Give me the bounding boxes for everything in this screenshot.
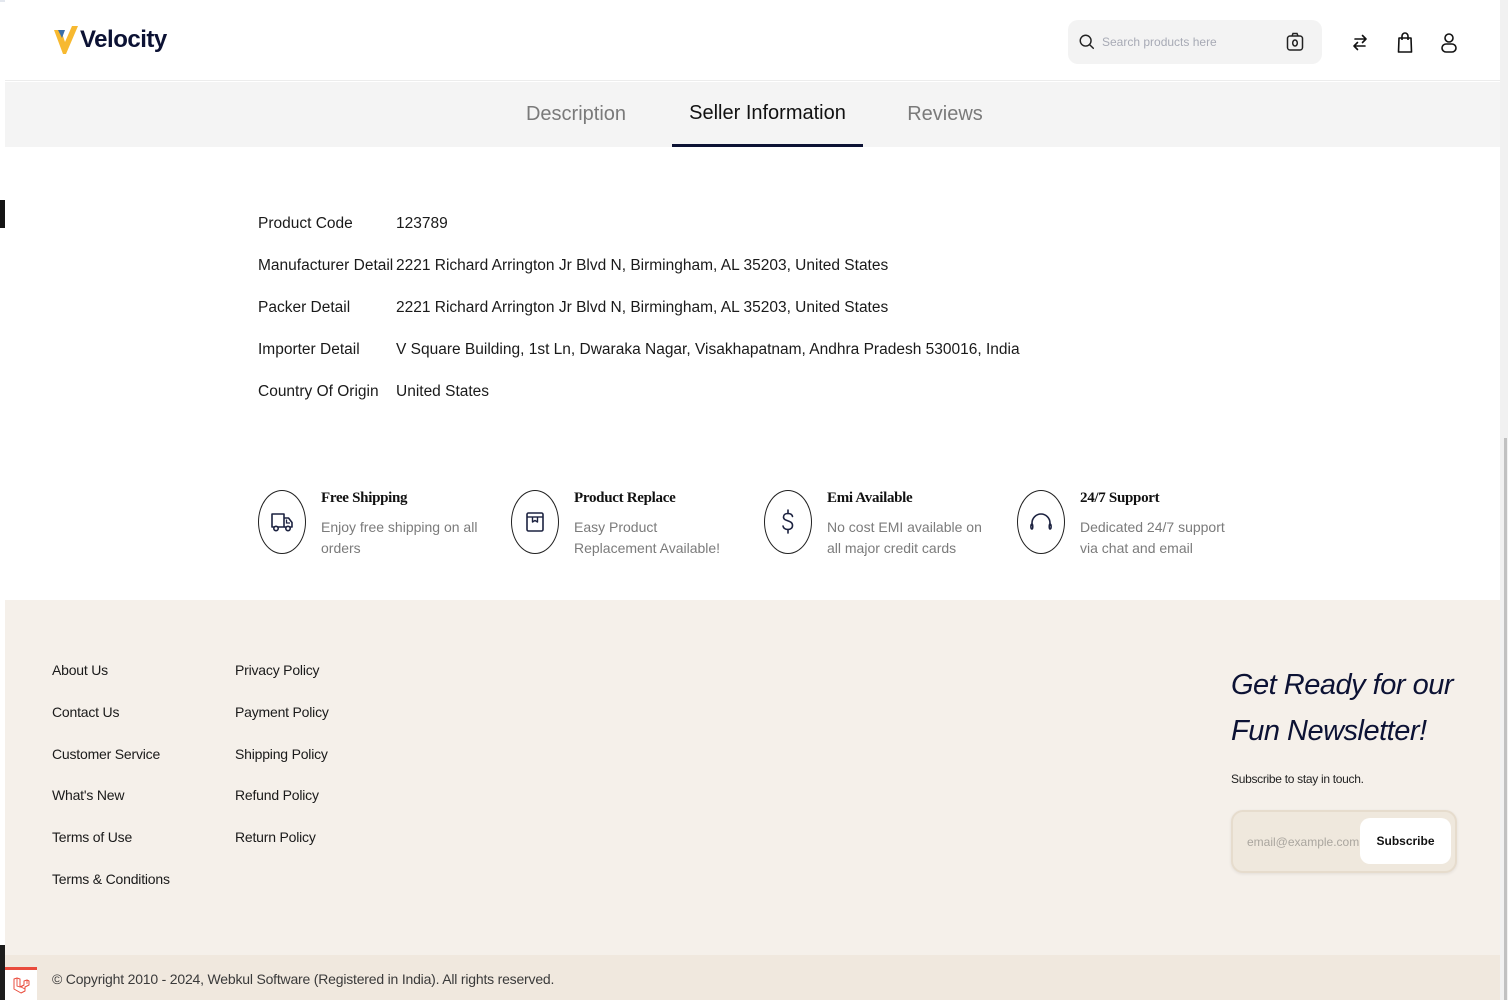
feature-title: Free Shipping	[321, 490, 408, 506]
feature-description: Easy Product Replacement Available!	[574, 519, 721, 556]
search-icon[interactable]	[1078, 33, 1096, 51]
newsletter-title-line-2: Fun Newsletter!	[1231, 715, 1427, 747]
info-label: Manufacturer Detail	[258, 257, 394, 274]
info-row-manufacturer-detail: Manufacturer Detail 2221 Richard Arringt…	[258, 245, 1020, 287]
newsletter-title-line-1: Get Ready for our	[1231, 669, 1454, 701]
footer-links-column-2: Privacy Policy Payment Policy Shipping P…	[235, 662, 329, 871]
feature-icon-circle	[764, 490, 812, 554]
page: Velocity Descript	[5, 0, 1500, 1000]
laravel-icon	[13, 977, 30, 994]
feature-icon-circle	[1017, 490, 1065, 554]
newsletter-title: Get Ready for our Fun Newsletter!	[1231, 662, 1457, 754]
feature-emi-available: Emi Available No cost EMI available on a…	[764, 490, 1017, 559]
feature-description: Dedicated 24/7 support via chat and emai…	[1080, 519, 1225, 556]
search-bar	[1068, 20, 1322, 64]
info-value: V Square Building, 1st Ln, Dwaraka Nagar…	[396, 341, 1020, 358]
tab-reviews[interactable]: Reviews	[891, 82, 999, 147]
dollar-icon	[782, 509, 794, 534]
info-row-product-code: Product Code 123789	[258, 203, 1020, 245]
copyright-bar: © Copyright 2010 - 2024, Webkul Software…	[5, 955, 1500, 1000]
feature-title: Product Replace	[574, 490, 676, 506]
info-label: Country Of Origin	[258, 383, 379, 400]
newsletter-form: Subscribe	[1231, 810, 1457, 873]
info-row-importer-detail: Importer Detail V Square Building, 1st L…	[258, 329, 1020, 371]
feature-title: Emi Available	[827, 490, 913, 506]
info-value: 2221 Richard Arrington Jr Blvd N, Birmin…	[396, 299, 889, 316]
newsletter-email-input[interactable]	[1247, 829, 1359, 855]
footer-link-whats-new[interactable]: What's New	[52, 787, 170, 829]
footer-links-column-1: About Us Contact Us Customer Service Wha…	[52, 662, 170, 913]
seller-information-table: Product Code 123789 Manufacturer Detail …	[258, 203, 1020, 413]
user-icon[interactable]	[1439, 32, 1459, 54]
site-footer: About Us Contact Us Customer Service Wha…	[5, 600, 1500, 955]
feature-title: 24/7 Support	[1080, 490, 1160, 506]
info-row-packer-detail: Packer Detail 2221 Richard Arrington Jr …	[258, 287, 1020, 329]
box-icon	[526, 512, 544, 532]
debug-toolbar-button[interactable]	[5, 967, 37, 1000]
footer-link-return-policy[interactable]: Return Policy	[235, 829, 329, 871]
feature-24-7-support: 24/7 Support Dedicated 24/7 support via …	[1017, 490, 1270, 559]
site-header: Velocity	[5, 2, 1500, 81]
feature-icon-circle	[511, 490, 559, 554]
headphones-icon	[1030, 513, 1052, 530]
info-label: Importer Detail	[258, 341, 360, 358]
service-features: Free Shipping Enjoy free shipping on all…	[258, 490, 1270, 559]
velocity-logo-icon	[54, 26, 78, 54]
feature-product-replace: Product Replace Easy Product Replacement…	[511, 490, 764, 559]
info-label: Product Code	[258, 215, 353, 232]
tab-description[interactable]: Description	[510, 82, 642, 147]
footer-link-contact-us[interactable]: Contact Us	[52, 704, 170, 746]
footer-link-customer-service[interactable]: Customer Service	[52, 746, 170, 788]
footer-link-terms-conditions[interactable]: Terms & Conditions	[52, 871, 170, 913]
newsletter-subtitle: Subscribe to stay in touch.	[1231, 772, 1364, 786]
camera-icon[interactable]	[1286, 32, 1304, 52]
info-value: 123789	[396, 215, 448, 232]
product-tabs: Description Seller Information Reviews	[5, 82, 1500, 147]
feature-description: Enjoy free shipping on all orders	[321, 519, 478, 556]
truck-icon	[271, 513, 293, 532]
tab-seller-information[interactable]: Seller Information	[672, 82, 863, 147]
footer-link-refund-policy[interactable]: Refund Policy	[235, 787, 329, 829]
footer-link-terms-of-use[interactable]: Terms of Use	[52, 829, 170, 871]
copyright-text: © Copyright 2010 - 2024, Webkul Software…	[52, 971, 555, 987]
brand-logo[interactable]: Velocity	[52, 24, 167, 56]
info-row-country-of-origin: Country Of Origin United States	[258, 371, 1020, 413]
newsletter-section: Get Ready for our Fun Newsletter! Subscr…	[1231, 662, 1457, 873]
info-value: 2221 Richard Arrington Jr Blvd N, Birmin…	[396, 257, 889, 274]
subscribe-button[interactable]: Subscribe	[1360, 818, 1451, 864]
search-input[interactable]	[1102, 20, 1282, 64]
footer-link-privacy-policy[interactable]: Privacy Policy	[235, 662, 329, 704]
left-edge-marker	[0, 200, 5, 228]
shopping-bag-icon[interactable]	[1395, 32, 1415, 54]
scrollbar-thumb[interactable]	[1504, 438, 1507, 1000]
feature-description: No cost EMI available on all major credi…	[827, 519, 982, 556]
brand-name: Velocity	[80, 26, 167, 53]
feature-icon-circle	[258, 490, 306, 554]
footer-link-payment-policy[interactable]: Payment Policy	[235, 704, 329, 746]
info-value: United States	[396, 383, 490, 400]
info-label: Packer Detail	[258, 299, 351, 316]
feature-free-shipping: Free Shipping Enjoy free shipping on all…	[258, 490, 511, 559]
footer-link-about-us[interactable]: About Us	[52, 662, 170, 704]
footer-link-shipping-policy[interactable]: Shipping Policy	[235, 746, 329, 788]
compare-icon[interactable]	[1350, 32, 1370, 54]
